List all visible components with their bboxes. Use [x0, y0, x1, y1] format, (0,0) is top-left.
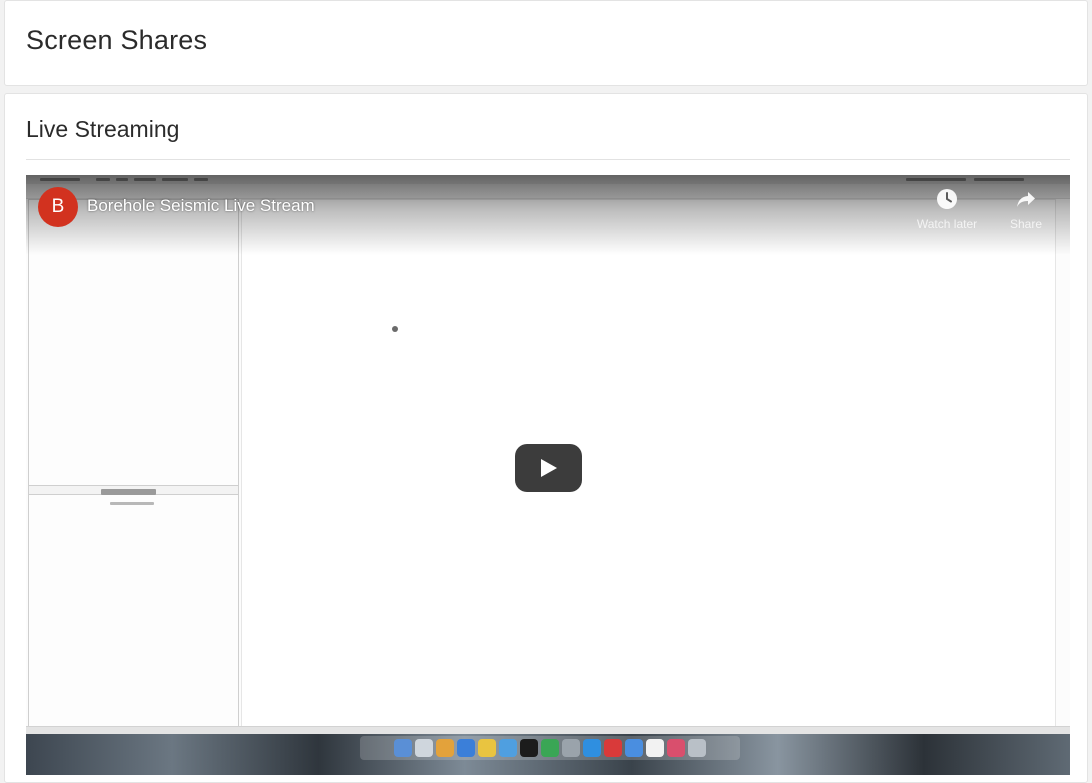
screen-shares-header: Screen Shares	[4, 0, 1088, 86]
watch-later-button[interactable]: Watch later	[907, 187, 987, 231]
share-button[interactable]: Share	[986, 187, 1066, 231]
page-title: Screen Shares	[26, 25, 208, 55]
share-arrow-icon	[1017, 192, 1035, 207]
section-title: Live Streaming	[26, 116, 180, 142]
shared-pane-label	[101, 489, 156, 495]
mouse-cursor-icon	[392, 326, 398, 332]
video-player[interactable]: B Borehole Seismic Live Stream Watch lat…	[26, 175, 1070, 775]
play-icon	[541, 459, 557, 477]
video-title[interactable]: Borehole Seismic Live Stream	[87, 196, 315, 216]
shared-desktop-dock-area	[26, 734, 1070, 775]
channel-avatar[interactable]: B	[38, 187, 78, 227]
play-button[interactable]	[515, 444, 582, 492]
share-label: Share	[1009, 217, 1043, 231]
clock-icon	[937, 189, 957, 209]
shared-left-pane	[28, 199, 239, 727]
macos-dock	[360, 736, 740, 760]
watch-later-label: Watch later	[916, 217, 978, 231]
section-divider	[26, 159, 1070, 160]
live-streaming-panel: Live Streaming B Borehole Seismic Live S…	[4, 93, 1088, 783]
shared-main-pane	[241, 199, 1056, 727]
